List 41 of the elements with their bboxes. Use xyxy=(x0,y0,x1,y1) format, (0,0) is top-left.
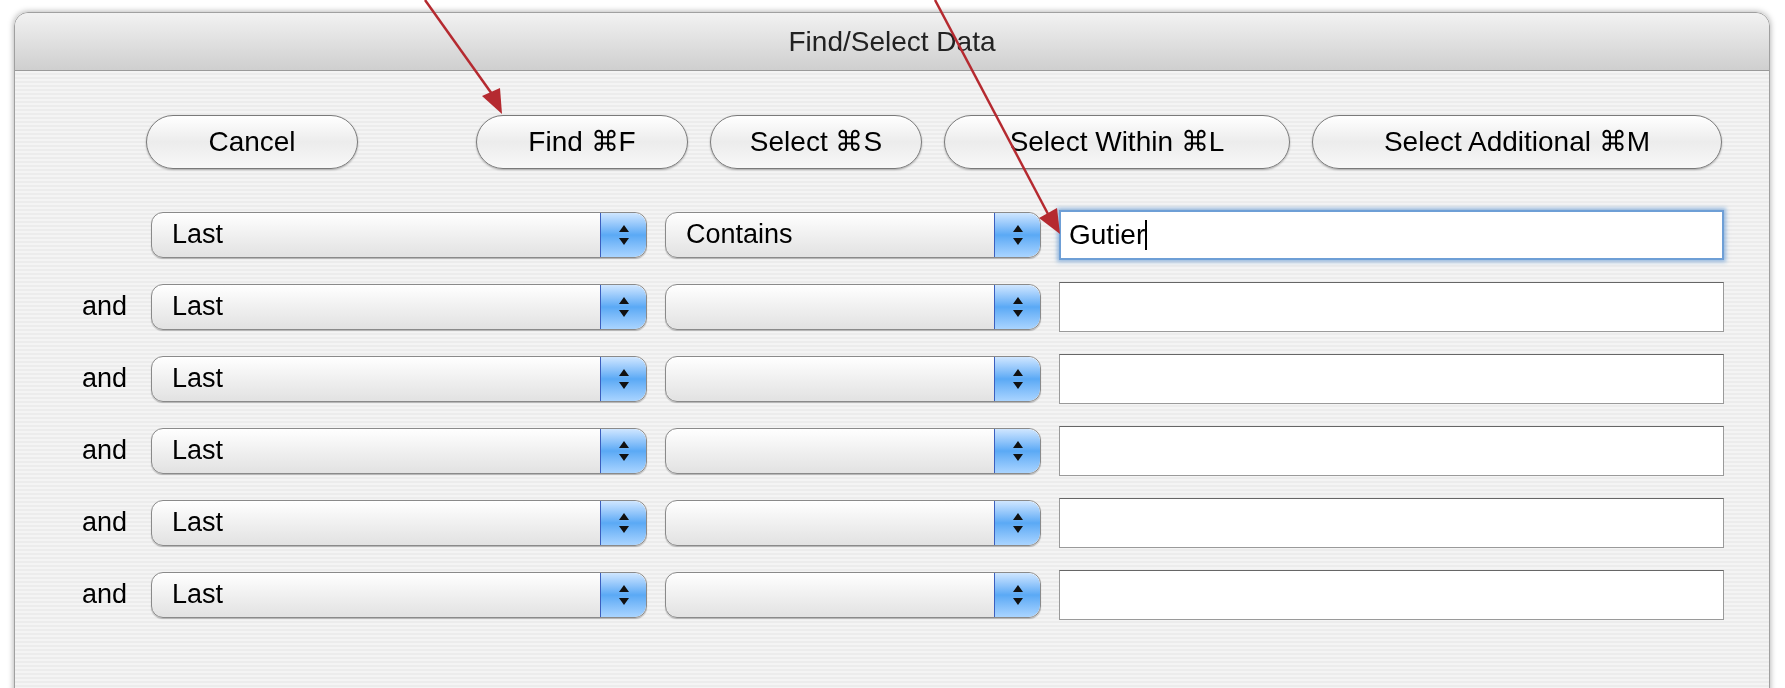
popup-menu[interactable]: Last xyxy=(151,283,647,330)
popup-menu[interactable]: Contains xyxy=(665,211,1041,258)
push-button[interactable]: Select ⌘S xyxy=(710,115,922,169)
popup-menu[interactable]: Last xyxy=(151,355,647,402)
push-button[interactable]: Find ⌘F xyxy=(476,115,688,169)
connector-label: and xyxy=(81,578,127,612)
text-field[interactable] xyxy=(1059,425,1724,476)
popup-menu[interactable]: Last xyxy=(151,427,647,474)
stepper-icon xyxy=(600,356,646,401)
stepper-icon xyxy=(600,284,646,329)
text-field[interactable] xyxy=(1059,353,1724,404)
push-button[interactable]: Select Additional ⌘M xyxy=(1312,115,1722,169)
stepper-icon xyxy=(600,212,646,257)
stepper-icon xyxy=(994,356,1040,401)
text-field[interactable]: Gutier xyxy=(1059,209,1724,260)
stepper-icon xyxy=(994,212,1040,257)
popup-menu[interactable]: Last xyxy=(151,571,647,618)
connector-label: and xyxy=(81,362,127,396)
stepper-icon xyxy=(600,428,646,473)
connector-label: and xyxy=(81,434,127,468)
text-field[interactable] xyxy=(1059,281,1724,332)
connector-label: and xyxy=(81,506,127,540)
stepper-icon xyxy=(600,572,646,617)
stepper-icon xyxy=(600,500,646,545)
popup-menu[interactable] xyxy=(665,283,1041,330)
push-button[interactable]: Cancel xyxy=(146,115,358,169)
stepper-icon xyxy=(994,428,1040,473)
stepper-icon xyxy=(994,284,1040,329)
text-field[interactable] xyxy=(1059,497,1724,548)
stepper-icon xyxy=(994,500,1040,545)
popup-menu[interactable] xyxy=(665,499,1041,546)
popup-menu[interactable]: Last xyxy=(151,499,647,546)
popup-menu[interactable] xyxy=(665,355,1041,402)
text-field[interactable] xyxy=(1059,569,1724,620)
text-cursor xyxy=(1145,219,1148,250)
push-button[interactable]: Select Within ⌘L xyxy=(944,115,1290,169)
stepper-icon xyxy=(994,572,1040,617)
popup-menu[interactable] xyxy=(665,427,1041,474)
connector-label: and xyxy=(81,290,127,324)
popup-menu[interactable] xyxy=(665,571,1041,618)
popup-menu[interactable]: Last xyxy=(151,211,647,258)
